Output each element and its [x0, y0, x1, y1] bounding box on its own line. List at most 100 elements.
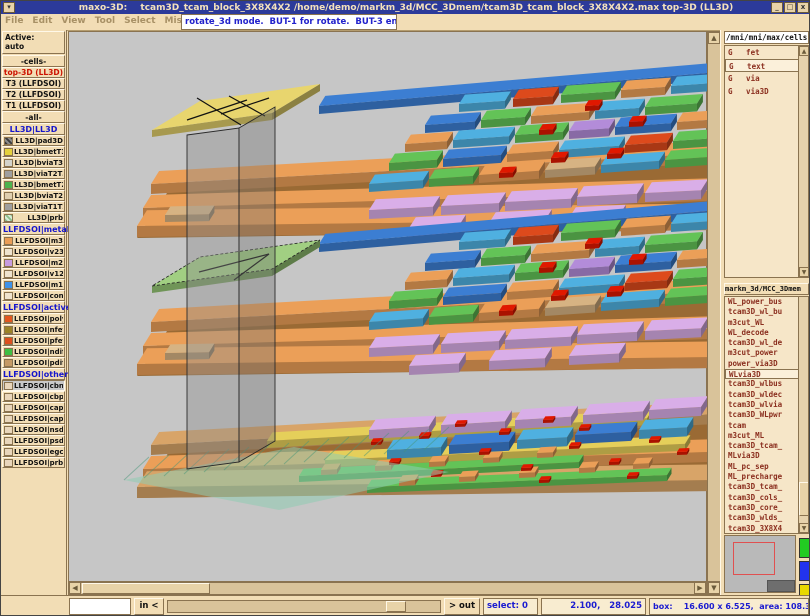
menu-select[interactable]: Select — [124, 16, 155, 26]
layer-row[interactable]: LLFDSOI|capp — [2, 402, 65, 413]
canvas-vscrollbar[interactable]: ▲ — [707, 31, 721, 582]
window-menu-icon[interactable]: ▾ — [3, 2, 15, 13]
library-item[interactable]: tcam3D_tcam_ — [725, 441, 808, 451]
zoom-in-button[interactable]: in < — [134, 598, 164, 615]
layer-row[interactable]: LL3D|bmetT2 — [2, 179, 65, 190]
cell-item-via[interactable]: G via — [725, 72, 808, 85]
layer-row[interactable]: LLFDSOI|poly — [2, 313, 65, 324]
library-item[interactable]: tcam3D_wlbus — [725, 379, 808, 389]
palette-section[interactable]: -cells- — [2, 55, 65, 67]
library-item[interactable]: MLvia3D — [725, 451, 808, 461]
layer-row[interactable]: LLFDSOI|nfet — [2, 324, 65, 335]
menu-view[interactable]: View — [61, 16, 85, 26]
library-item[interactable]: m3cut_power — [725, 348, 808, 358]
library-item[interactable]: tcam3D_wlvia — [725, 400, 808, 410]
library-item[interactable]: tcam3D_3X8X4 — [725, 524, 808, 534]
scroll-down-icon[interactable]: ▼ — [799, 267, 809, 277]
viewport-3d[interactable] — [68, 31, 707, 582]
scroll-down-icon[interactable]: ▼ — [799, 523, 809, 533]
zoom-out-button[interactable]: > out — [444, 598, 480, 615]
cells-list-scrollbar[interactable]: ▲ ▼ — [798, 46, 808, 277]
layer-row[interactable]: LLFDSOI|nsd — [2, 424, 65, 435]
menu-file[interactable]: File — [5, 16, 23, 26]
layer-row[interactable]: LLFDSOI|egc — [2, 446, 65, 457]
library-item[interactable]: tcam3D_wlds_ — [725, 513, 808, 523]
layer-row[interactable]: LLFDSOI|cbn — [2, 380, 65, 391]
overview-locator[interactable] — [724, 535, 796, 593]
layer-group-header[interactable]: LLFDSOI|metal — [2, 223, 65, 235]
scroll-down-icon[interactable]: ▼ — [708, 582, 720, 594]
scroll-corner[interactable]: ▼ — [707, 582, 721, 595]
palette-button[interactable]: top-3D (LL3D) — [2, 67, 65, 78]
layer-row[interactable]: LLFDSOI|v23 — [2, 246, 65, 257]
layer-row[interactable]: LLFDSOI|capn — [2, 413, 65, 424]
library-item[interactable]: tcam3D_wl_de — [725, 338, 808, 348]
palette-section[interactable]: -all- — [2, 111, 65, 123]
layer-group-header[interactable]: LLFDSOI|active — [2, 301, 65, 313]
layer-row[interactable]: LLFDSOI|con — [2, 290, 65, 301]
layer-row[interactable]: LLFDSOI|v12 — [2, 268, 65, 279]
minimize-button[interactable]: _ — [771, 2, 783, 13]
cell-item-text[interactable]: G text — [725, 59, 808, 72]
cell-item-fet[interactable]: G fet — [725, 46, 808, 59]
scroll-right-icon[interactable]: ▶ — [694, 582, 706, 594]
layer-row[interactable]: LL3D|bmetT3 — [2, 146, 65, 157]
library-item[interactable]: power_via3D — [725, 359, 808, 369]
view-extent-rect[interactable] — [733, 542, 775, 575]
layer-row[interactable]: LLFDSOI|m1 — [2, 279, 65, 290]
library-item[interactable]: tcam3D_wldec — [725, 390, 808, 400]
drc-indicator[interactable]: drc clean — [69, 598, 131, 615]
layer-row[interactable]: LL3D|bviaT3 — [2, 157, 65, 168]
layer-row[interactable]: LLFDSOI|ndif — [2, 346, 65, 357]
menu-edit[interactable]: Edit — [32, 16, 52, 26]
library-item[interactable]: WLvia3D — [725, 369, 808, 379]
menu-tool[interactable]: Tool — [95, 16, 115, 26]
library-item[interactable]: ML_precharge — [725, 472, 808, 482]
library-item[interactable]: WL_power_bus — [725, 297, 808, 307]
layer-row[interactable]: LLFDSOI|psd — [2, 435, 65, 446]
library-item[interactable]: tcam3D_WLpwr — [725, 410, 808, 420]
layer-row[interactable]: LLFDSOI|m3 — [2, 235, 65, 246]
layer-row[interactable]: LL3D|viaT1T2 — [2, 201, 65, 212]
canvas-hscrollbar[interactable]: ◀ ▶ — [68, 582, 707, 595]
layer-row[interactable]: LL3D|bviaT2 — [2, 190, 65, 201]
cell-item-via3D[interactable]: G via3D — [725, 85, 808, 98]
layer-label: LL3D|bviaT3 — [14, 159, 63, 167]
layer-row[interactable]: LLFDSOI|pdif — [2, 357, 65, 368]
library-item[interactable]: tcam — [725, 421, 808, 431]
library-item[interactable]: m3cut_WL — [725, 318, 808, 328]
layer-group-header[interactable]: LL3D|LL3D — [2, 123, 65, 135]
palette-button[interactable]: T3 (LLFDSOI) — [2, 78, 65, 89]
layer-row[interactable]: LL3D|pad3D — [2, 135, 65, 146]
layer-row[interactable]: LL3D|viaT2T3 — [2, 168, 65, 179]
palette-button[interactable]: T2 (LLFDSOI) — [2, 89, 65, 100]
zoom-slider[interactable] — [167, 600, 441, 613]
layer-row[interactable]: LLFDSOI|m2 — [2, 257, 65, 268]
scroll-up-icon[interactable]: ▲ — [708, 32, 720, 44]
layer-swatch-icon — [4, 192, 13, 200]
library-item[interactable]: tcam3D_cols_ — [725, 493, 808, 503]
scroll-up-icon[interactable]: ▲ — [799, 46, 809, 56]
hscroll-thumb[interactable] — [82, 583, 210, 594]
library-item[interactable]: tcam3D_tcam_ — [725, 482, 808, 492]
zoom-slider-thumb[interactable] — [386, 601, 406, 612]
maximize-button[interactable]: □ — [784, 2, 796, 13]
cells-path-field[interactable]: /mni/mni/max/cells — [724, 31, 809, 44]
library-item[interactable]: WL_decode — [725, 328, 808, 338]
library-item[interactable]: ML_pc_sep — [725, 462, 808, 472]
library-list-scrollbar[interactable]: ▼ — [798, 297, 808, 533]
library-item[interactable]: m3cut_ML — [725, 431, 808, 441]
library-item[interactable]: tcam3D_wl_bu — [725, 307, 808, 317]
scroll-left-icon[interactable]: ◀ — [69, 582, 81, 594]
layer-row[interactable]: LLFDSOI|prb — [2, 457, 65, 468]
palette-button[interactable]: T1 (LLFDSOI) — [2, 100, 65, 111]
library-item[interactable]: tcam3D_core_ — [725, 503, 808, 513]
layer-row[interactable]: LLFDSOI|pfet — [2, 335, 65, 346]
close-button[interactable]: x — [797, 2, 809, 13]
swatch-green[interactable] — [799, 538, 810, 558]
layer-group-header[interactable]: LLFDSOI|other — [2, 368, 65, 380]
swatch-blue[interactable] — [799, 561, 810, 581]
vscroll-thumb[interactable] — [799, 482, 809, 516]
layer-row[interactable]: LL3D|prb — [2, 212, 65, 223]
layer-row[interactable]: LLFDSOI|cbp — [2, 391, 65, 402]
